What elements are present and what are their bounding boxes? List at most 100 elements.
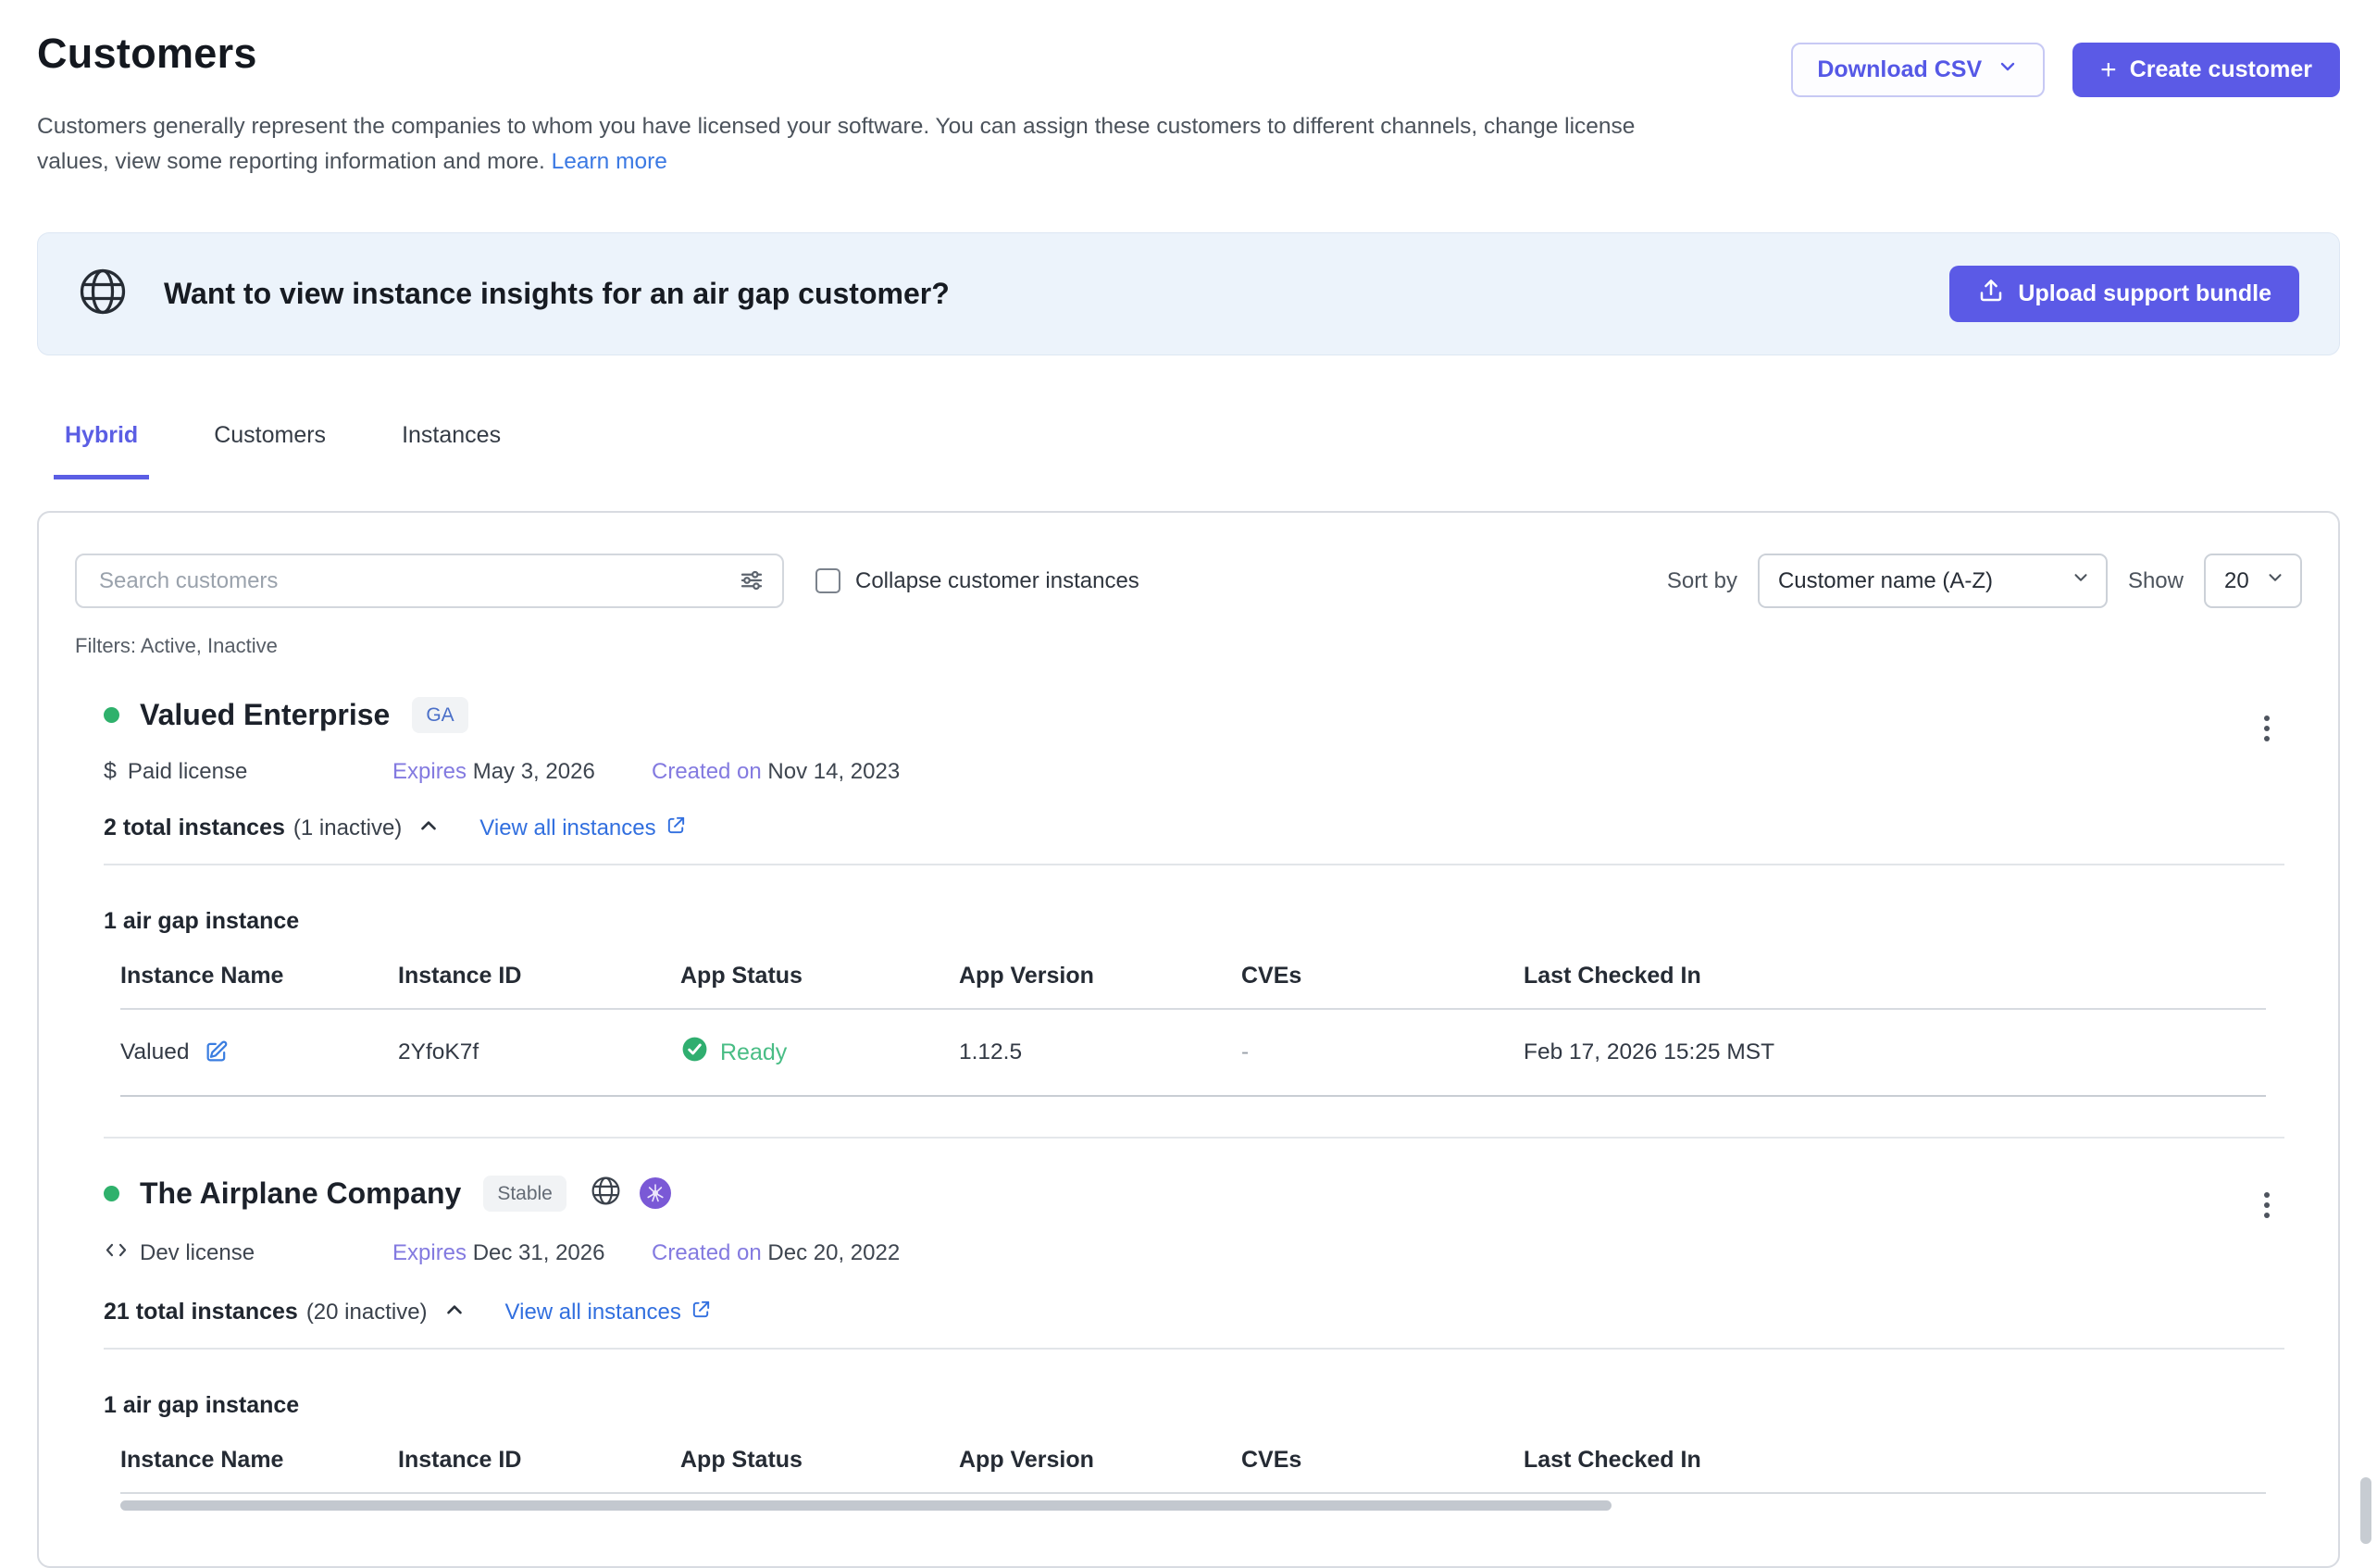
page-title: Customers (37, 30, 1666, 78)
collapse-instances-checkbox[interactable] (815, 568, 840, 593)
page-header: Customers Customers generally represent … (37, 0, 2340, 180)
expires-field: Expires Dec 31, 2026 (392, 1240, 652, 1266)
customers-page: Customers Customers generally represent … (0, 0, 2377, 1568)
download-csv-button[interactable]: Download CSV (1791, 43, 2045, 97)
banner-title: Want to view instance insights for an ai… (164, 277, 950, 311)
col-instance-id: Instance ID (398, 1447, 680, 1474)
customer-menu-button[interactable] (2250, 1183, 2284, 1227)
created-label: Created on (652, 1240, 762, 1265)
customer-header: The Airplane Company Stable (104, 1174, 2284, 1213)
created-value: Nov 14, 2023 (767, 759, 900, 784)
tab-instances[interactable]: Instances (391, 422, 512, 479)
sort-select-value: Customer name (A-Z) (1778, 568, 1993, 594)
customer-menu-button[interactable] (2250, 706, 2284, 751)
instances-inactive: (1 inactive) (293, 815, 402, 841)
instances-table-header: Instance Name Instance ID App Status App… (120, 963, 2266, 1010)
license-type-label: Paid license (128, 759, 247, 785)
instances-table-header: Instance Name Instance ID App Status App… (120, 1447, 2266, 1494)
license-row: $ Paid license Expires May 3, 2026 Creat… (104, 758, 2284, 785)
view-all-instances-label: View all instances (479, 815, 655, 841)
sort-by-label: Sort by (1667, 568, 1737, 594)
customer-header: Valued Enterprise GA (104, 697, 2284, 733)
edit-instance-name-button[interactable] (204, 1039, 230, 1067)
section-divider (104, 1137, 2284, 1139)
active-filters-label: Filters: Active, Inactive (75, 634, 2302, 658)
created-field: Created on Nov 14, 2023 (652, 759, 900, 785)
filter-sliders-icon[interactable] (738, 566, 765, 599)
instances-table: Instance Name Instance ID App Status App… (120, 963, 2266, 1097)
expires-field: Expires May 3, 2026 (392, 759, 652, 785)
view-all-instances-link[interactable]: View all instances (479, 815, 686, 842)
col-instance-name: Instance Name (120, 1447, 398, 1474)
view-all-instances-link[interactable]: View all instances (505, 1299, 712, 1326)
app-status-cell: Ready (680, 1035, 959, 1070)
instances-count-row: 2 total instances (1 inactive) View all … (104, 813, 2284, 843)
divider (104, 1348, 2284, 1350)
chevron-down-icon (2071, 567, 2091, 594)
toolbar: Collapse customer instances Sort by Cust… (75, 554, 2302, 608)
col-last-checked-in: Last Checked In (1524, 963, 2266, 989)
upload-support-bundle-label: Upload support bundle (2018, 280, 2271, 307)
expires-value: May 3, 2026 (473, 759, 595, 784)
col-app-version: App Version (959, 1447, 1241, 1474)
tab-hybrid[interactable]: Hybrid (54, 422, 149, 479)
created-label: Created on (652, 759, 762, 784)
show-select[interactable]: 20 (2204, 554, 2302, 608)
customer-valued-enterprise: Valued Enterprise GA $ Paid license Expi… (75, 697, 2302, 1139)
instances-count-row: 21 total instances (20 inactive) View al… (104, 1297, 2284, 1327)
show-select-value: 20 (2224, 568, 2249, 594)
col-instance-name: Instance Name (120, 963, 398, 989)
tab-bar: Hybrid Customers Instances (37, 422, 2340, 479)
check-circle-icon (680, 1035, 709, 1070)
channel-badge: Stable (483, 1176, 566, 1212)
instance-name: Valued (120, 1039, 189, 1065)
edit-pencil-icon (204, 1039, 230, 1067)
channel-badge: GA (412, 697, 467, 733)
instance-name-cell: Valued (120, 1039, 398, 1067)
upload-support-bundle-button[interactable]: Upload support bundle (1949, 266, 2299, 322)
search-box (75, 554, 784, 608)
created-value: Dec 20, 2022 (767, 1240, 900, 1265)
customer-type-icons (589, 1174, 671, 1213)
app-version: 1.12.5 (959, 1039, 1241, 1065)
view-all-instances-label: View all instances (505, 1300, 681, 1325)
airgap-section-label: 1 air gap instance (104, 1392, 2284, 1419)
instances-inactive: (20 inactive) (306, 1300, 428, 1325)
learn-more-link[interactable]: Learn more (552, 149, 667, 174)
create-customer-button[interactable]: + Create customer (2072, 43, 2340, 97)
collapse-instances-toggle[interactable] (415, 813, 442, 843)
search-input[interactable] (75, 554, 784, 608)
airgap-banner: Want to view instance insights for an ai… (37, 232, 2340, 355)
col-cves: CVEs (1241, 963, 1524, 989)
collapse-instances-toggle[interactable] (441, 1297, 468, 1327)
header-actions: Download CSV + Create customer (1791, 43, 2340, 180)
page-description: Customers generally represent the compan… (37, 109, 1666, 180)
cves: - (1241, 1039, 1524, 1065)
instances-table: Instance Name Instance ID App Status App… (120, 1447, 2266, 1494)
globe-icon (589, 1174, 623, 1213)
customer-airplane-company: The Airplane Company Stable (75, 1174, 2302, 1511)
kubernetes-icon (640, 1177, 671, 1209)
customer-name: Valued Enterprise (140, 698, 390, 732)
created-field: Created on Dec 20, 2022 (652, 1240, 900, 1266)
kebab-icon (2264, 716, 2270, 721)
collapse-instances-group: Collapse customer instances (815, 568, 1139, 594)
expires-value: Dec 31, 2026 (473, 1240, 605, 1265)
airgap-section-label: 1 air gap instance (104, 908, 2284, 935)
divider (104, 864, 2284, 865)
header-text: Customers Customers generally represent … (37, 0, 1666, 180)
collapse-instances-label: Collapse customer instances (855, 568, 1139, 594)
vertical-scrollbar[interactable] (2360, 1477, 2371, 1544)
license-type-label: Dev license (140, 1240, 255, 1266)
col-app-status: App Status (680, 963, 959, 989)
tab-customers[interactable]: Customers (203, 422, 337, 479)
license-row: Dev license Expires Dec 31, 2026 Created… (104, 1238, 2284, 1269)
col-app-version: App Version (959, 963, 1241, 989)
page-description-text: Customers generally represent the compan… (37, 114, 1635, 174)
sort-select[interactable]: Customer name (A-Z) (1758, 554, 2108, 608)
active-status-dot (104, 1186, 119, 1201)
chevron-down-icon (1997, 56, 2019, 84)
instances-total: 2 total instances (104, 815, 285, 841)
license-type: $ Paid license (104, 758, 392, 785)
horizontal-scrollbar[interactable] (120, 1500, 1612, 1511)
